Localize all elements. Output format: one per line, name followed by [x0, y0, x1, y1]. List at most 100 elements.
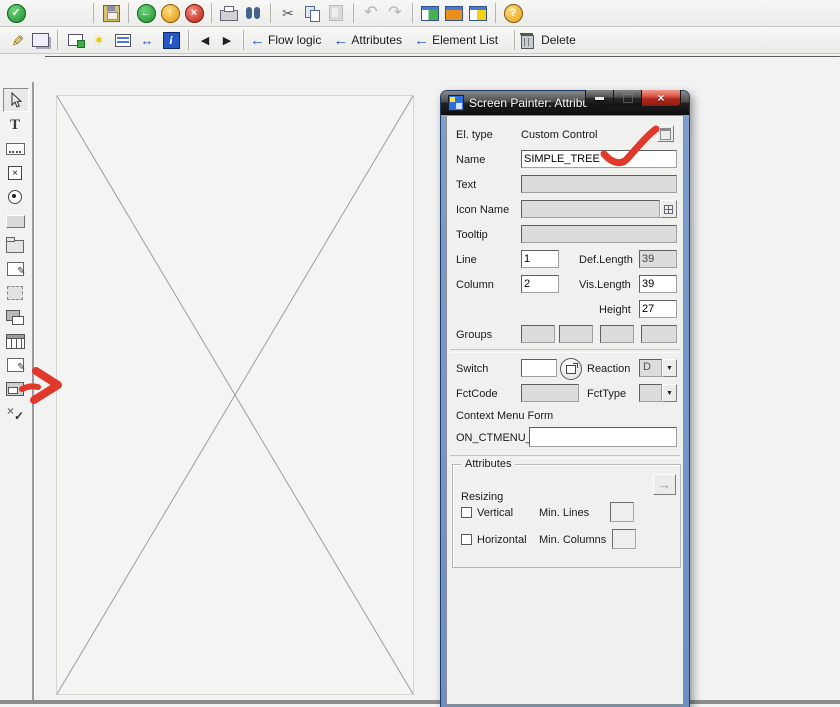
custom-control-element[interactable] [56, 95, 414, 695]
horizontal-checkbox[interactable] [461, 534, 472, 545]
input-field-icon [6, 143, 25, 155]
custom-control-icon [6, 382, 24, 396]
palette-item-text[interactable]: T [3, 114, 27, 136]
print-button[interactable] [218, 2, 240, 24]
el-type-detail-button[interactable] [657, 125, 674, 142]
el-type-label: El. type [456, 129, 493, 141]
min-columns-input[interactable] [612, 529, 636, 549]
dlg-switch-input[interactable] [521, 359, 557, 377]
dlg-height-input[interactable] [639, 300, 677, 318]
pushbutton-icon [6, 215, 25, 228]
info-icon: i [163, 32, 180, 49]
palette-item-custom-control[interactable] [3, 378, 27, 400]
palette-item-input-field[interactable] [3, 138, 27, 160]
left-arrow-icon: ← [333, 33, 348, 48]
minimize-button[interactable] [585, 90, 614, 107]
next-screen-button[interactable]: ▶ [217, 29, 237, 51]
exit-button[interactable]: ↑ [159, 2, 181, 24]
palette-item-radio-button[interactable] [3, 186, 27, 208]
palette-item-pushbutton[interactable] [3, 210, 27, 232]
dlg-line-input[interactable] [521, 250, 559, 268]
fct-code-label: FctCode [456, 388, 498, 400]
vertical-checkbox[interactable] [461, 507, 472, 518]
dlg-name-input[interactable] [521, 150, 677, 168]
close-icon: × [657, 91, 664, 105]
palette-item-pointer[interactable] [3, 88, 29, 112]
palette-item-frame[interactable] [3, 282, 27, 304]
palette-item-table-control[interactable] [3, 330, 27, 352]
print-icon [220, 10, 238, 21]
help-button[interactable]: ? [502, 2, 524, 24]
palette-item-checkbox[interactable]: × [3, 162, 27, 184]
cut-icon: ✂ [282, 6, 294, 20]
palette-item-box[interactable] [3, 234, 27, 256]
palette-item-status-icon[interactable]: × ✓ [3, 402, 27, 424]
separator [412, 3, 413, 23]
activate-button[interactable]: ✎ [5, 29, 27, 51]
window-bottom-edge [0, 700, 840, 704]
vis-length-input[interactable] [639, 275, 677, 293]
cut-button[interactable]: ✂ [277, 2, 299, 24]
table-view-icon [7, 358, 24, 372]
attributes-dialog: Screen Painter: Attributes × El. type Cu… [440, 90, 690, 707]
radio-button-icon [8, 190, 22, 204]
copy-layout-button[interactable] [29, 29, 51, 51]
window-green-icon [421, 6, 439, 21]
shortcut-button[interactable] [443, 2, 465, 24]
info-button[interactable]: i [160, 29, 182, 51]
more-attributes-button[interactable]: → [653, 474, 676, 495]
fct-type-value [639, 384, 662, 402]
maximize-button[interactable] [614, 90, 641, 107]
flow-logic-button[interactable]: ← Flow logic [250, 31, 331, 50]
min-lines-input[interactable] [610, 502, 634, 522]
flash-button[interactable]: ✶ [88, 29, 110, 51]
cancel-button[interactable]: × [183, 2, 205, 24]
copy-button[interactable] [301, 2, 323, 24]
dlg-line-label: Line [456, 254, 477, 266]
reaction-combo[interactable]: D ▼ [639, 359, 677, 377]
context-menu-form-label: Context Menu Form [456, 410, 553, 422]
switch-toggle-button[interactable] [560, 358, 582, 380]
screen-painter-toolbar: ✎ ✶ ↔ i ◀ ▶ ← Flow logic ← Attributes ← … [0, 27, 840, 54]
create-element-button[interactable] [64, 29, 86, 51]
new-session-button[interactable] [419, 2, 441, 24]
separator [495, 3, 496, 23]
redo-icon: ↷ [388, 5, 401, 21]
separator [211, 3, 212, 23]
find-icon [245, 7, 261, 19]
groups-input-1 [521, 325, 555, 343]
sparkle-icon: ✶ [93, 33, 105, 47]
dropdown-icon: ▼ [662, 384, 677, 402]
attributes-button[interactable]: ← Attributes [333, 31, 412, 50]
element-list-button[interactable]: ← Element List [414, 31, 508, 50]
enter-button[interactable]: ✓ [5, 2, 27, 24]
palette-item-tabstrip[interactable] [3, 306, 27, 328]
resize-button[interactable]: ↔ [136, 29, 158, 51]
icon-picker-button[interactable] [660, 200, 677, 218]
dropdown-icon: ▼ [662, 359, 677, 377]
element-rows-button[interactable] [112, 29, 134, 51]
palette-item-table-view[interactable] [3, 354, 27, 376]
palette-item-subscreen[interactable] [3, 258, 27, 280]
close-button[interactable]: × [641, 90, 681, 107]
dlg-column-input[interactable] [521, 275, 559, 293]
delete-button[interactable]: Delete [521, 30, 586, 51]
redo-button[interactable]: ↷ [384, 2, 406, 24]
back-button[interactable]: ← [135, 2, 157, 24]
paste-button[interactable] [325, 2, 347, 24]
wand-icon: ✎ [8, 34, 23, 47]
previous-screen-button[interactable]: ◀ [195, 29, 215, 51]
reaction-label: Reaction [587, 363, 630, 375]
new-window-icon [68, 34, 83, 46]
groups-input-2 [559, 325, 593, 343]
save-button[interactable] [100, 2, 122, 24]
undo-button[interactable]: ↶ [360, 2, 382, 24]
exit-icon: ↑ [161, 4, 180, 23]
find-button[interactable] [242, 2, 264, 24]
layout-button[interactable] [467, 2, 489, 24]
fct-type-combo[interactable]: ▼ [639, 384, 677, 402]
resize-window-icon: ↔ [141, 34, 154, 47]
on-ctmenu-input[interactable] [529, 427, 677, 447]
window-glyph-icon [660, 128, 671, 140]
maximize-icon [623, 94, 633, 103]
